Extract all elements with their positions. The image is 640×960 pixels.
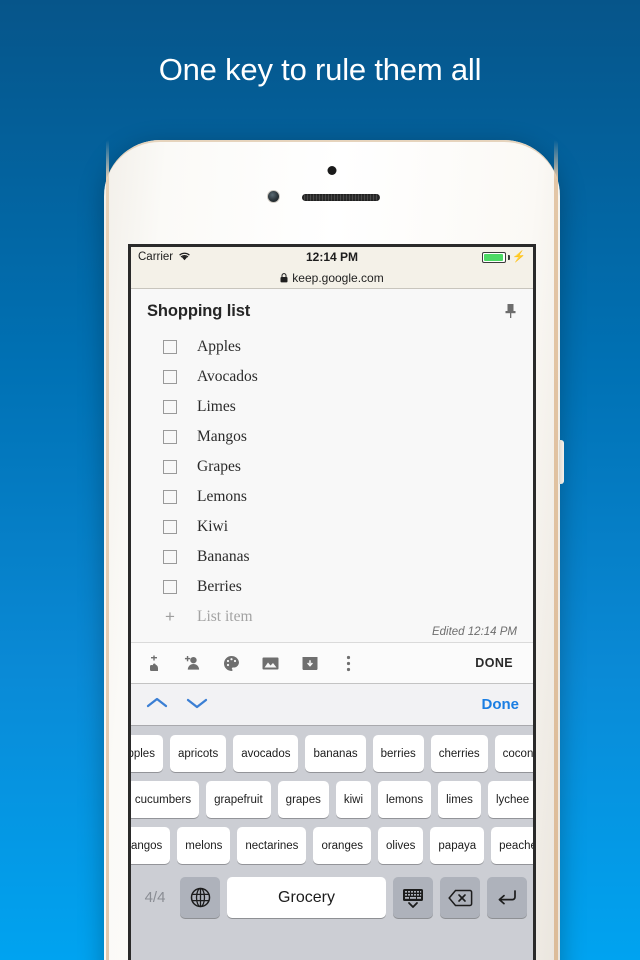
checkbox-icon[interactable] [163, 370, 177, 384]
note-title[interactable]: Shopping list [147, 302, 250, 321]
suggestion-chip[interactable]: coconut [494, 735, 533, 772]
chevron-down-icon[interactable] [185, 695, 209, 715]
list-item[interactable]: Apples [131, 332, 533, 362]
suggestion-chip[interactable]: olives [378, 827, 424, 864]
list-item[interactable]: Limes [131, 392, 533, 422]
list-item[interactable]: Bananas [131, 542, 533, 572]
phone-device: Carrier 12:14 PM ⚡ keep.google.com Shopp… [104, 140, 564, 960]
chevron-up-icon[interactable] [145, 695, 169, 715]
list-item[interactable]: Kiwi [131, 512, 533, 542]
proximity-sensor-icon [327, 166, 337, 175]
add-list-item-placeholder: List item [197, 608, 253, 625]
add-collaborator-icon[interactable] [184, 655, 201, 672]
checkbox-icon[interactable] [163, 490, 177, 504]
list-item-label: Limes [197, 398, 236, 415]
keyboard-done-button[interactable]: Done [482, 696, 520, 713]
note-card: Shopping list Apples Avocados Limes Mang… [131, 289, 533, 642]
note-done-button[interactable]: DONE [475, 656, 519, 670]
suggestion-row: mangos melons nectarines oranges olives … [131, 827, 533, 864]
keyboard-accessory-bar: Done [131, 684, 533, 726]
list-item[interactable]: Lemons [131, 482, 533, 512]
checkbox-icon[interactable] [163, 430, 177, 444]
suggestion-chip[interactable]: lemons [378, 781, 432, 818]
suggestion-chip[interactable]: apricots [169, 735, 227, 772]
checkbox-icon[interactable] [163, 460, 177, 474]
power-button[interactable] [559, 440, 564, 484]
list-item-label: Berries [197, 578, 242, 595]
url-text: keep.google.com [292, 270, 384, 285]
lock-icon [280, 272, 288, 283]
list-item-label: Apples [197, 338, 241, 355]
list-item-label: Mangos [197, 428, 247, 445]
plus-icon: + [165, 607, 175, 626]
list-item-label: Kiwi [197, 518, 228, 535]
status-bar-time: 12:14 PM [305, 250, 359, 264]
pushpin-icon[interactable] [504, 302, 517, 324]
keyboard-bottom-row: 4/4 Grocery [131, 873, 533, 918]
return-icon[interactable] [487, 877, 527, 918]
suggestion-row: apples apricots avocados bananas berries… [131, 735, 533, 772]
list-item[interactable]: Avocados [131, 362, 533, 392]
list-item-label: Avocados [197, 368, 258, 385]
checkbox-icon[interactable] [163, 550, 177, 564]
note-header: Shopping list [131, 289, 533, 328]
suggestion-chip[interactable]: kiwi [335, 781, 372, 818]
list-item[interactable]: Mangos [131, 422, 533, 452]
phone-screen: Carrier 12:14 PM ⚡ keep.google.com Shopp… [128, 244, 536, 960]
suggestion-chip[interactable]: oranges [313, 827, 371, 864]
suggestion-chip[interactable]: peaches [491, 827, 533, 864]
suggestion-chip[interactable]: grapefruit [206, 781, 271, 818]
suggestion-chip[interactable]: papaya [430, 827, 485, 864]
suggestion-chip[interactable]: mangos [131, 827, 171, 864]
page-title: One key to rule them all [158, 52, 482, 87]
suggestion-chip[interactable]: cucumbers [131, 781, 200, 818]
custom-keyboard: apples apricots avocados bananas berries… [131, 726, 533, 960]
suggestion-chip[interactable]: berries [372, 735, 424, 772]
suggestion-chip[interactable]: cherries [430, 735, 488, 772]
edited-timestamp: Edited 12:14 PM [431, 626, 517, 638]
suggestion-chip[interactable]: melons [177, 827, 231, 864]
earpiece-speaker [302, 194, 380, 201]
suggestion-chip[interactable]: lychee [487, 781, 533, 818]
status-bar: Carrier 12:14 PM ⚡ [131, 247, 533, 267]
suggestion-chip[interactable]: nectarines [237, 827, 307, 864]
globe-icon[interactable] [180, 877, 220, 918]
checkbox-icon[interactable] [163, 340, 177, 354]
list-item-label: Grapes [197, 458, 241, 475]
checkbox-icon[interactable] [163, 520, 177, 534]
list-item-label: Bananas [197, 548, 250, 565]
suggestion-chip[interactable]: bananas [305, 735, 366, 772]
list-item[interactable]: Berries [131, 572, 533, 602]
checklist: Apples Avocados Limes Mangos Grapes Lemo… [131, 328, 533, 632]
note-toolbar: DONE [131, 642, 533, 684]
reminder-icon[interactable] [145, 655, 162, 672]
list-item[interactable]: Grapes [131, 452, 533, 482]
suggestion-row: cucumbers grapefruit grapes kiwi lemons … [131, 781, 533, 818]
image-icon[interactable] [262, 655, 279, 672]
backspace-icon[interactable] [440, 877, 480, 918]
hide-keyboard-icon[interactable] [393, 877, 433, 918]
checkbox-icon[interactable] [163, 580, 177, 594]
page-indicator: 4/4 [144, 889, 166, 906]
list-item-label: Lemons [197, 488, 247, 505]
archive-icon[interactable] [301, 655, 318, 672]
suggestion-chip[interactable]: grapes [277, 781, 329, 818]
more-options-icon[interactable] [340, 655, 357, 672]
checkbox-icon[interactable] [163, 400, 177, 414]
color-palette-icon[interactable] [223, 655, 240, 672]
front-camera-icon [267, 190, 280, 203]
suggestion-chip[interactable]: avocados [233, 735, 299, 772]
suggestion-chip[interactable]: apples [131, 735, 163, 772]
phone-edge-left [106, 140, 109, 960]
suggestion-chip[interactable]: limes [438, 781, 481, 818]
phone-edge-right [554, 140, 558, 960]
space-key[interactable]: Grocery [227, 877, 386, 918]
browser-url-bar[interactable]: keep.google.com [131, 267, 533, 289]
